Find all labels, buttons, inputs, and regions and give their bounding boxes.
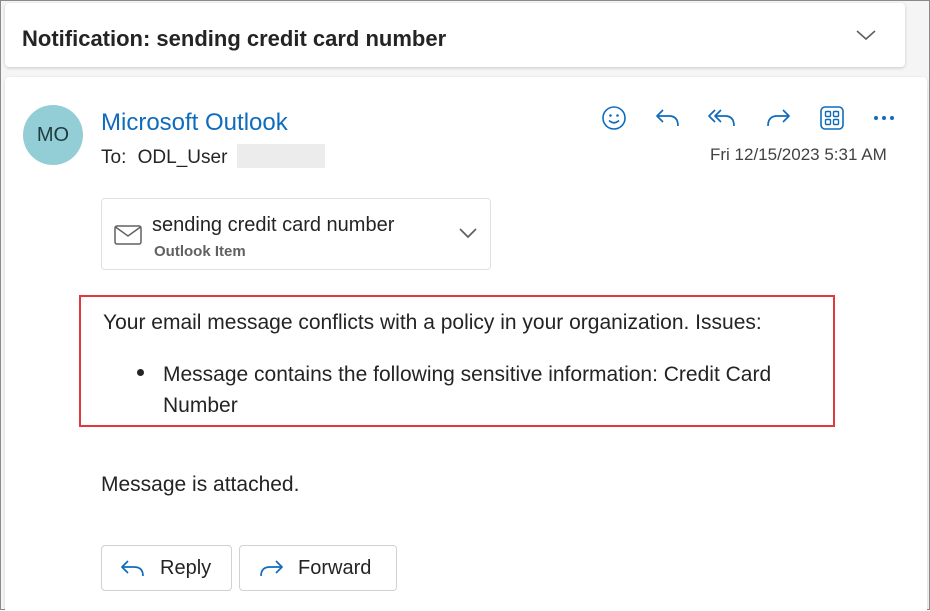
forward-icon[interactable] (761, 103, 795, 133)
reply-label: Reply (160, 556, 212, 579)
subject-title: Notification: sending credit card number (22, 26, 447, 51)
forward-button[interactable]: Forward (239, 545, 397, 591)
attachment-name: sending credit card number (152, 214, 395, 236)
message-card: MO Microsoft Outlook To: ODL_User Fri 12… (5, 77, 927, 611)
envelope-icon (114, 225, 142, 245)
bullet-dot (137, 369, 144, 376)
to-label: To: (101, 147, 127, 168)
sender-name[interactable]: Microsoft Outlook (101, 109, 288, 137)
recipient-name[interactable]: ODL_User (138, 147, 228, 168)
subject-header: Notification: sending credit card number (5, 3, 905, 67)
smile-icon[interactable] (597, 103, 631, 133)
redacted-block (236, 144, 325, 168)
policy-highlight: Your email message conflicts with a poli… (79, 295, 835, 427)
forward-label: Forward (298, 556, 372, 579)
attached-note: Message is attached. (101, 473, 300, 496)
reply-all-icon[interactable] (705, 103, 739, 133)
more-icon[interactable] (867, 103, 901, 133)
avatar-initials: MO (36, 123, 70, 146)
chevron-down-icon[interactable] (855, 28, 877, 44)
avatar[interactable]: MO (23, 105, 83, 165)
attachment-card[interactable]: sending credit card number Outlook Item (101, 198, 491, 270)
reply-icon (120, 558, 146, 578)
chevron-down-icon[interactable] (458, 227, 478, 239)
reply-button[interactable]: Reply (101, 545, 232, 591)
recipient-row: To: ODL_User (101, 144, 325, 169)
policy-message: Your email message conflicts with a poli… (103, 311, 762, 334)
forward-icon (258, 558, 284, 578)
message-date: Fri 12/15/2023 5:31 AM (710, 145, 887, 164)
policy-issue: Message contains the following sensitive… (163, 363, 772, 417)
reading-pane: Notification: sending credit card number… (0, 0, 930, 611)
attachment-type: Outlook Item (154, 243, 246, 260)
reply-icon[interactable] (651, 103, 685, 133)
apps-icon[interactable] (815, 103, 849, 133)
